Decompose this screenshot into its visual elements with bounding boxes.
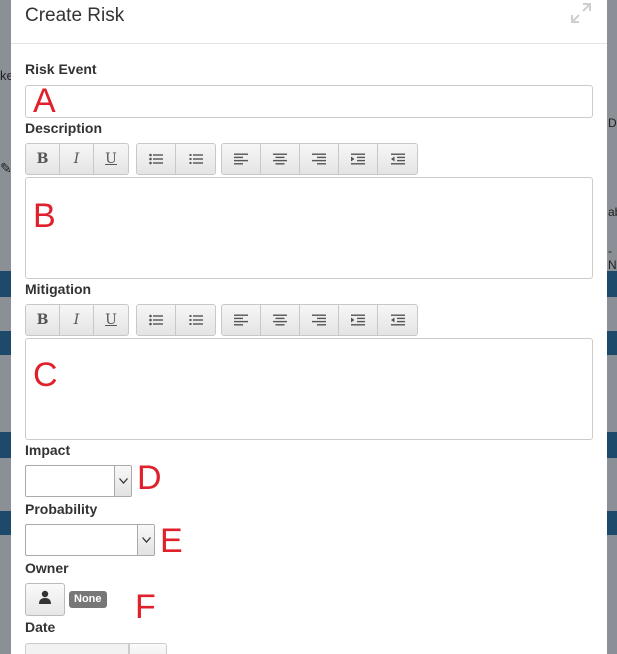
background-page-left: ke ✎: [0, 0, 14, 654]
align-center-icon[interactable]: [261, 144, 300, 174]
mitigation-label: Mitigation: [25, 281, 92, 297]
expand-icon[interactable]: [569, 2, 593, 24]
modal-header: Create Risk: [11, 0, 607, 44]
annotation-marker: F: [135, 588, 156, 626]
create-risk-modal: Create Risk Risk Event A Description B I…: [11, 0, 607, 654]
annotation-marker: C: [33, 356, 58, 394]
italic-button[interactable]: I: [60, 305, 94, 335]
background-stripe: [0, 432, 11, 458]
mitigation-format-toolbar: B I U: [25, 304, 129, 336]
underline-button[interactable]: U: [94, 305, 128, 335]
indent-icon[interactable]: [339, 144, 378, 174]
chevron-down-icon[interactable]: [137, 525, 154, 555]
bulleted-list-icon[interactable]: [137, 144, 176, 174]
owner-label: Owner: [25, 560, 69, 576]
owner-picker-button[interactable]: [25, 583, 65, 616]
description-format-toolbar: B I U: [25, 143, 129, 175]
background-text-fragment: - N: [608, 244, 617, 272]
user-icon: [38, 590, 52, 609]
outdent-icon[interactable]: [378, 144, 417, 174]
numbered-list-icon[interactable]: [176, 305, 215, 335]
chevron-down-icon[interactable]: [114, 466, 131, 496]
bold-button[interactable]: B: [26, 305, 60, 335]
impact-select[interactable]: [25, 465, 132, 497]
underline-button[interactable]: U: [94, 144, 128, 174]
description-align-toolbar: [221, 143, 418, 175]
impact-label: Impact: [25, 442, 71, 458]
description-label: Description: [25, 120, 103, 136]
probability-label: Probability: [25, 501, 98, 517]
align-left-icon[interactable]: [222, 305, 261, 335]
risk-event-input[interactable]: [25, 85, 593, 118]
background-page-right: D ab - N: [607, 0, 617, 654]
outdent-icon[interactable]: [378, 305, 417, 335]
background-stripe: [607, 511, 617, 535]
align-left-icon[interactable]: [222, 144, 261, 174]
description-editor[interactable]: [25, 177, 593, 279]
background-stripe: [0, 331, 11, 355]
indent-icon[interactable]: [339, 305, 378, 335]
italic-button[interactable]: I: [60, 144, 94, 174]
annotation-marker: D: [137, 459, 162, 497]
date-label: Date: [25, 619, 56, 635]
background-stripe: [607, 271, 617, 297]
background-stripe: [607, 331, 617, 355]
mitigation-editor[interactable]: [25, 338, 593, 440]
background-stripe: [0, 271, 11, 297]
background-edit-icon: ✎: [0, 160, 12, 176]
risk-event-label: Risk Event: [25, 61, 97, 77]
align-right-icon[interactable]: [300, 144, 339, 174]
owner-status-badge: None: [69, 591, 107, 608]
mitigation-list-toolbar: [136, 304, 216, 336]
background-stripe: [0, 511, 11, 535]
calendar-button[interactable]: [129, 643, 167, 654]
background-stripe: [607, 432, 617, 458]
align-right-icon[interactable]: [300, 305, 339, 335]
background-text-fragment: D: [608, 116, 617, 130]
numbered-list-icon[interactable]: [176, 144, 215, 174]
annotation-marker: B: [33, 197, 56, 235]
align-center-icon[interactable]: [261, 305, 300, 335]
background-text-fragment: ab: [608, 205, 617, 219]
date-input[interactable]: [25, 643, 129, 654]
annotation-marker: A: [33, 82, 56, 120]
annotation-marker: E: [160, 522, 183, 560]
modal-title: Create Risk: [25, 5, 125, 26]
bulleted-list-icon[interactable]: [137, 305, 176, 335]
description-list-toolbar: [136, 143, 216, 175]
mitigation-align-toolbar: [221, 304, 418, 336]
bold-button[interactable]: B: [26, 144, 60, 174]
probability-select[interactable]: [25, 524, 155, 556]
